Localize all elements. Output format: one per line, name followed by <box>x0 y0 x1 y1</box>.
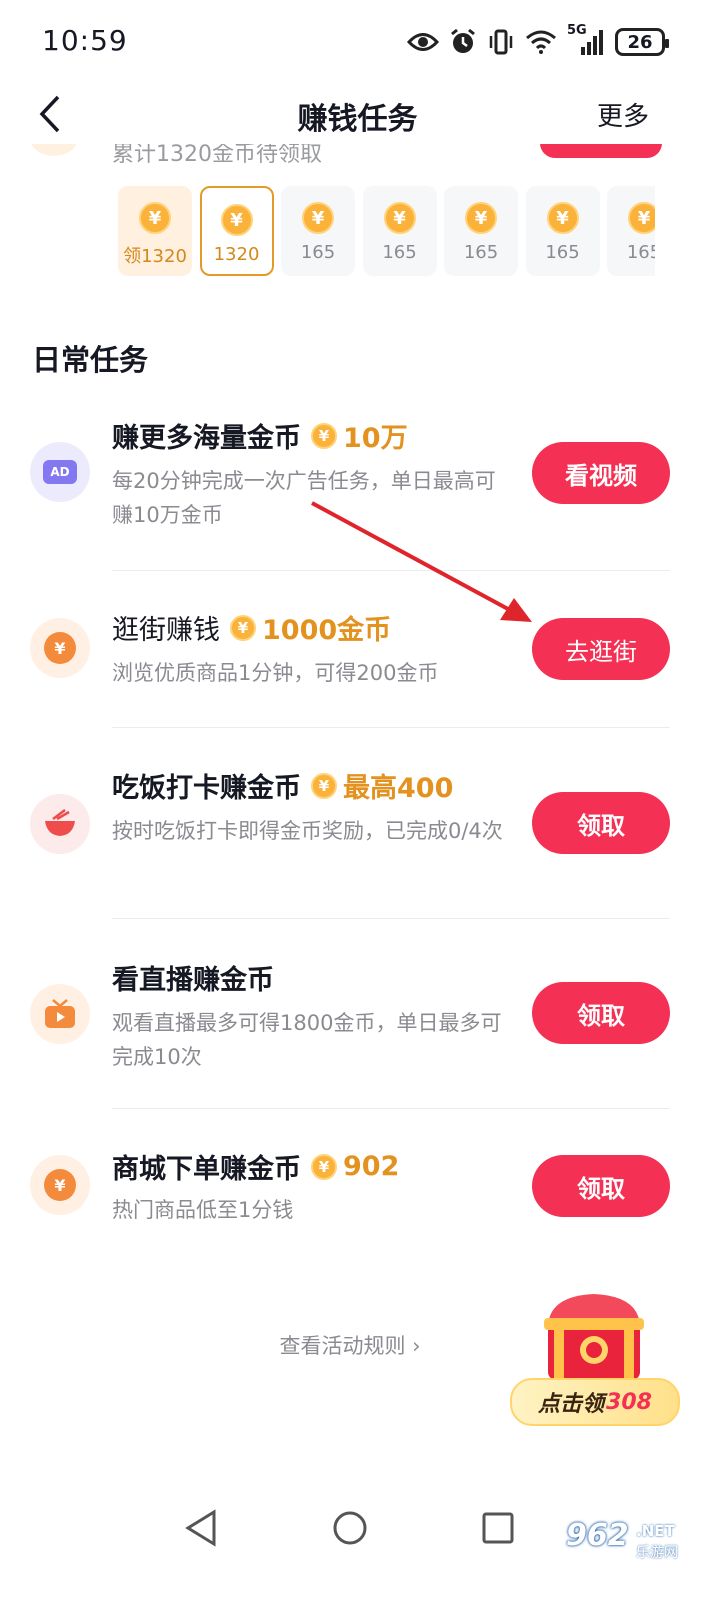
task-item: ¥ 商城下单赚金币 ¥ 902 热门商品低至1分钱 领取 <box>0 1145 715 1255</box>
checkin-day-3[interactable]: ¥165 <box>281 186 355 276</box>
checkin-day-value: 领1320 <box>123 246 187 267</box>
task-title-row: 吃饭打卡赚金币 ¥ 最高400 <box>112 766 453 805</box>
task-title-row: 逛街赚钱 ¥ 1000金币 <box>112 608 391 647</box>
divider <box>112 570 670 571</box>
checkin-day-6[interactable]: ¥165 <box>525 186 600 276</box>
yuan-coin-icon: ¥ <box>44 632 76 664</box>
coin-icon: ¥ <box>220 204 253 236</box>
coin-icon: ¥ <box>628 202 655 234</box>
checkin-day-value: 1320 <box>213 244 260 265</box>
chest-amount: 308 <box>606 1389 652 1415</box>
task-title: 赚更多海量金币 <box>112 423 301 454</box>
coin-icon: ¥ <box>30 1155 90 1215</box>
nav-bar: 赚钱任务 更多 <box>0 84 715 144</box>
ad-icon: AD <box>30 442 90 502</box>
task-reward: 902 <box>343 1151 400 1182</box>
alarm-icon <box>451 28 475 53</box>
task-description: 每20分钟完成一次广告任务，单日最高可赚10万金币 <box>112 469 496 527</box>
coin-icon: ¥ <box>30 618 90 678</box>
vibrate-icon <box>489 29 513 55</box>
chest-label-text: 点击领 <box>538 1392 605 1417</box>
task-item: 看直播赚金币 观看直播最多可得1800金币，单日最多可完成10次 领取 <box>0 952 715 1102</box>
coin-icon: ¥ <box>230 614 256 641</box>
task-description: 热门商品低至1分钱 <box>112 1198 294 1222</box>
watermark-net: .NET <box>636 1522 675 1540</box>
checkin-card: 累计1320金币待领取 ¥ 领1320 ¥1320 ¥165 ¥165 ¥165 ¥165 ¥… <box>0 144 715 294</box>
watermark-sub: 乐游网 <box>636 1545 678 1561</box>
divider <box>112 918 670 919</box>
go-shopping-button[interactable]: 去逛街 <box>532 618 670 680</box>
checkin-day-strip[interactable]: ¥领1320¥1320¥165¥165¥165¥165¥165 <box>118 186 655 278</box>
coin-icon: ¥ <box>302 202 334 234</box>
home-circle-icon[interactable] <box>330 1508 370 1548</box>
task-reward: 最高400 <box>343 773 454 804</box>
task-item: ¥ 逛街赚钱 ¥ 1000金币 浏览优质商品1分钟，可得200金币 去逛街 <box>0 600 715 720</box>
watermark-main: 962 <box>566 1518 629 1553</box>
claim-button[interactable]: 领取 <box>532 982 670 1044</box>
checkin-day-value: 165 <box>545 242 580 263</box>
coin-icon: ¥ <box>139 202 171 234</box>
recents-square-icon[interactable] <box>478 1508 518 1548</box>
task-title: 吃饭打卡赚金币 <box>112 773 301 804</box>
checkin-day-value: 165 <box>626 242 655 263</box>
status-time: 10:59 <box>42 24 128 57</box>
task-title-row: 看直播赚金币 <box>112 958 274 997</box>
checkin-day-7[interactable]: ¥165 <box>607 186 655 276</box>
checkin-coin-icon <box>30 144 78 156</box>
coin-icon: ¥ <box>465 202 497 234</box>
status-icons: 5G 26 <box>407 23 669 58</box>
ad-icon-label: AD <box>43 460 77 484</box>
coin-icon: ¥ <box>311 1153 337 1180</box>
divider <box>112 1108 670 1109</box>
claim-button[interactable]: 领取 <box>532 1155 670 1217</box>
task-description: 按时吃饭打卡即得金币奖励，已完成0/4次 <box>112 819 503 843</box>
site-watermark-logo: 962 .NET 乐游网 <box>566 1518 706 1564</box>
status-bar: 10:59 5G 26 <box>0 0 715 84</box>
signal-icon: 5G <box>567 23 605 57</box>
treasure-chest-widget[interactable]: 点击领 308 <box>510 1288 680 1432</box>
task-title-row: 商城下单赚金币 ¥ 902 <box>112 1147 399 1186</box>
task-title: 看直播赚金币 <box>112 965 274 996</box>
checkin-day-value: 165 <box>382 242 417 263</box>
coin-icon: ¥ <box>546 202 579 234</box>
task-description: 浏览优质商品1分钟，可得200金币 <box>112 661 439 685</box>
treasure-chest-icon <box>544 1294 644 1380</box>
task-title: 商城下单赚金币 <box>112 1154 301 1185</box>
checkin-subtitle: 累计1320金币待领取 <box>112 144 322 167</box>
checkin-day-4[interactable]: ¥165 <box>362 186 437 276</box>
coin-icon: ¥ <box>311 422 337 449</box>
eye-icon <box>407 33 439 51</box>
section-title: 日常任务 <box>32 343 149 377</box>
battery-icon: 26 <box>615 28 669 56</box>
checkin-day-2[interactable]: ¥1320 <box>199 186 274 276</box>
wifi-icon <box>526 30 556 54</box>
task-title-row: 赚更多海量金币 ¥ 10万 <box>112 416 408 455</box>
task-reward: 1000金币 <box>262 615 392 646</box>
watch-video-button[interactable]: 看视频 <box>532 442 670 504</box>
task-description: 观看直播最多可得1800金币，单日最多可完成10次 <box>112 1011 502 1069</box>
checkin-day-value: 165 <box>300 242 336 263</box>
more-button[interactable]: 更多 <box>597 96 649 133</box>
coin-icon: ¥ <box>383 202 416 234</box>
chest-claim-label[interactable]: 点击领 308 <box>510 1378 680 1426</box>
checkin-day-5[interactable]: ¥165 <box>444 186 518 276</box>
tv-icon <box>30 984 90 1044</box>
task-item: AD 赚更多海量金币 ¥ 10万 每20分钟完成一次广告任务，单日最高可赚10万… <box>0 410 715 560</box>
divider <box>112 727 670 728</box>
bowl-icon <box>30 794 90 854</box>
task-item: 吃饭打卡赚金币 ¥ 最高400 按时吃饭打卡即得金币奖励，已完成0/4次 领取 <box>0 760 715 910</box>
back-triangle-icon[interactable] <box>182 1508 222 1548</box>
checkin-claim-button[interactable] <box>540 144 662 158</box>
task-title: 逛街赚钱 <box>112 615 220 646</box>
task-reward: 10万 <box>343 423 408 454</box>
yuan-coin-icon: ¥ <box>44 1169 76 1201</box>
coin-icon: ¥ <box>311 772 337 799</box>
checkin-day-1[interactable]: ¥ 领1320 <box>118 186 192 276</box>
checkin-day-value: 165 <box>463 242 499 263</box>
claim-button[interactable]: 领取 <box>532 792 670 854</box>
